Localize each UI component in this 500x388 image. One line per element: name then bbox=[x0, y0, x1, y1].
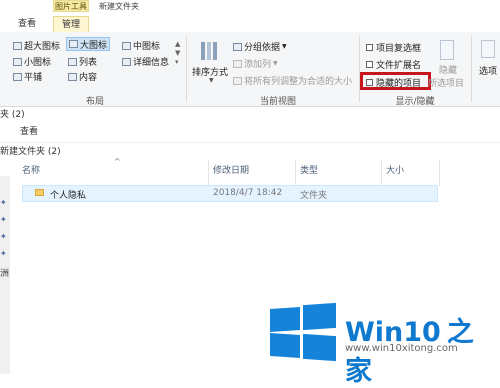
window-title: 新建文件夹 bbox=[99, 2, 139, 11]
windows-logo-icon bbox=[270, 302, 336, 362]
add-column-icon bbox=[233, 59, 242, 68]
layout-medium-icons[interactable]: 中图标 bbox=[122, 39, 160, 52]
fit-columns-icon bbox=[233, 76, 242, 85]
list-icon bbox=[68, 57, 77, 66]
tab-manage[interactable]: 管理 bbox=[53, 16, 89, 32]
highlight-box bbox=[360, 72, 431, 90]
file-name[interactable]: 个人隐私 bbox=[50, 188, 86, 201]
file-type: 文件夹 bbox=[300, 191, 328, 201]
checkbox[interactable] bbox=[366, 61, 373, 68]
hide-selected-label-2: 所选项目 bbox=[428, 79, 465, 89]
group-label-show-hide: 显示/隐藏 bbox=[395, 97, 435, 107]
folder-title: 新建文件夹 (2) bbox=[0, 147, 61, 157]
options-icon[interactable] bbox=[481, 40, 495, 58]
column-separator[interactable] bbox=[208, 160, 209, 186]
group-by-button[interactable]: 分组依据 ▼ bbox=[233, 40, 287, 53]
hide-selected-icon[interactable] bbox=[440, 40, 454, 60]
group-separator bbox=[471, 36, 472, 102]
file-extensions-toggle[interactable]: 文件扩展名 bbox=[366, 58, 421, 71]
extra-large-icons-icon bbox=[13, 41, 22, 50]
large-icons-icon bbox=[69, 40, 78, 48]
layout-extra-large-icons[interactable]: 超大图标 bbox=[13, 39, 60, 52]
sort-chevron-up-icon: ^ bbox=[114, 157, 121, 166]
layout-tiles[interactable]: 平铺 bbox=[13, 70, 42, 83]
medium-icons-icon bbox=[122, 41, 131, 50]
group-separator bbox=[359, 36, 360, 102]
details-icon bbox=[122, 57, 131, 66]
layout-content[interactable]: 内容 bbox=[68, 70, 97, 83]
sort-by-icon[interactable] bbox=[199, 40, 221, 62]
layout-list[interactable]: 列表 bbox=[68, 55, 97, 68]
column-header-size[interactable]: 大小 bbox=[386, 163, 404, 176]
path-fragment: 夹 (2) bbox=[0, 110, 25, 120]
hide-selected-label-1: 隐藏 bbox=[439, 66, 458, 76]
item-checkboxes-toggle[interactable]: 项目复选框 bbox=[366, 41, 421, 54]
small-icons-icon bbox=[13, 57, 22, 66]
layout-large-icons[interactable]: 大图标 bbox=[66, 37, 111, 51]
tab-view[interactable]: 查看 bbox=[12, 16, 42, 32]
group-label-current-view: 当前视图 bbox=[259, 97, 296, 107]
sub-tab-view[interactable]: 查看 bbox=[20, 124, 38, 137]
folder-icon bbox=[35, 189, 44, 196]
options-button-label[interactable]: 选项 bbox=[479, 64, 497, 77]
column-separator[interactable] bbox=[381, 160, 382, 186]
file-modified: 2018/4/7 18:42 bbox=[213, 188, 283, 198]
sort-by-chevron-down-icon[interactable]: ▼ bbox=[209, 77, 214, 84]
group-separator bbox=[186, 36, 187, 102]
column-header-modified[interactable]: 修改日期 bbox=[213, 163, 249, 176]
column-separator[interactable] bbox=[439, 160, 440, 186]
layout-small-icons[interactable]: 小图标 bbox=[13, 55, 51, 68]
column-header-type[interactable]: 类型 bbox=[300, 163, 318, 176]
group-by-chevron-down-icon: ▼ bbox=[282, 43, 287, 50]
column-separator[interactable] bbox=[295, 160, 296, 186]
nav-label: 洲 bbox=[0, 269, 10, 279]
fit-columns-button[interactable]: 将所有列调整为合适的大小 bbox=[233, 74, 352, 87]
context-tab-label: 图片工具 bbox=[55, 2, 87, 11]
content-icon bbox=[68, 72, 77, 81]
sub-toolbar bbox=[0, 122, 500, 143]
column-header-name[interactable]: 名称 bbox=[22, 163, 40, 176]
nav-pin-icons: ✦ ✦ ✦ ✦ bbox=[0, 198, 7, 258]
add-column-chevron-down-icon: ▼ bbox=[273, 60, 278, 67]
group-by-icon bbox=[233, 42, 242, 51]
add-column-button[interactable]: 添加列 ▼ bbox=[233, 57, 278, 70]
tiles-icon bbox=[13, 72, 22, 81]
watermark-url: www.win10xitong.com bbox=[345, 343, 458, 354]
group-label-layout: 布局 bbox=[85, 97, 104, 107]
checkbox[interactable] bbox=[366, 44, 373, 51]
layout-details[interactable]: 详细信息 bbox=[122, 55, 169, 68]
layout-scroll-arrows[interactable]: ▲ ▼ ▾ bbox=[175, 40, 180, 78]
